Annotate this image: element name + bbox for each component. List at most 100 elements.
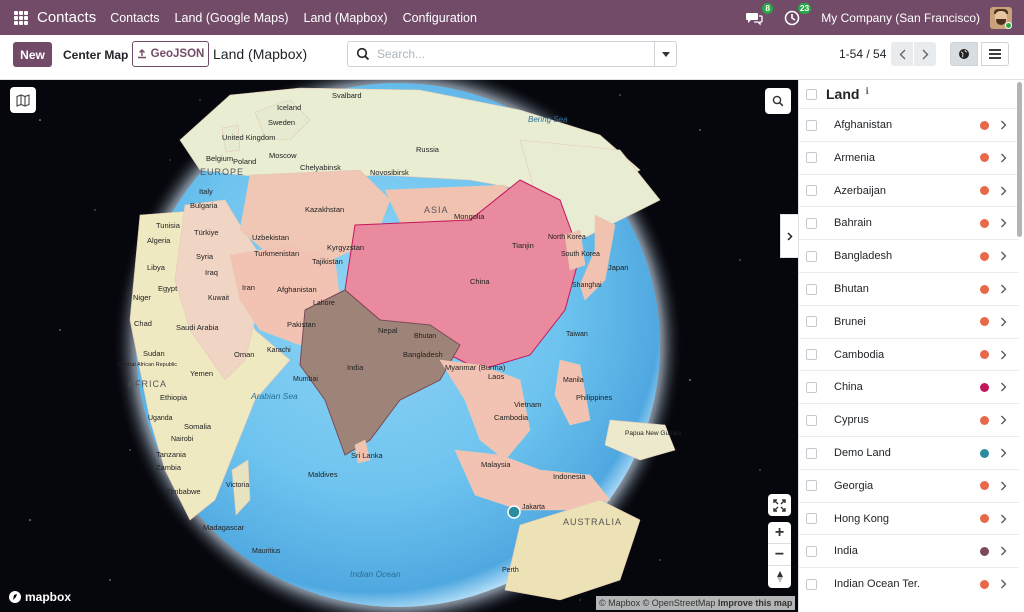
map-style-button[interactable] bbox=[10, 87, 36, 113]
chevron-right-icon[interactable] bbox=[1000, 284, 1007, 294]
map-canvas[interactable]: Svalbard Iceland Sweden Russia United Ki… bbox=[0, 80, 798, 612]
chevron-right-icon[interactable] bbox=[1000, 415, 1007, 425]
land-side-panel: Land ℹ Afghanistan Armenia Azerbaijan Bahra… bbox=[798, 80, 1024, 612]
search-input[interactable] bbox=[377, 43, 654, 65]
row-checkbox[interactable] bbox=[806, 349, 817, 361]
map-marker[interactable] bbox=[507, 505, 521, 519]
land-list-item[interactable]: Bhutan bbox=[799, 272, 1019, 305]
chevron-right-icon[interactable] bbox=[1000, 481, 1007, 491]
row-checkbox[interactable] bbox=[806, 217, 817, 229]
map-label: Turkmenistan bbox=[254, 249, 299, 258]
activities-count-badge: 23 bbox=[797, 2, 812, 14]
land-list-item[interactable]: Azerbaijan bbox=[799, 173, 1019, 207]
chevron-right-icon[interactable] bbox=[1000, 546, 1007, 556]
color-dot bbox=[980, 579, 989, 589]
land-name: Hong Kong bbox=[834, 512, 890, 525]
compass-button[interactable] bbox=[768, 566, 791, 588]
panel-collapse-toggle[interactable] bbox=[780, 214, 799, 258]
geojson-button[interactable]: GeoJSON bbox=[132, 41, 209, 67]
zoom-in-button[interactable]: + bbox=[768, 522, 791, 544]
land-list-item[interactable]: Armenia bbox=[799, 140, 1019, 174]
pager-previous-button[interactable] bbox=[891, 42, 913, 66]
map-label: Bangladesh bbox=[403, 350, 443, 359]
land-list-item[interactable]: Afghanistan bbox=[799, 108, 1019, 141]
land-list-item[interactable]: Bahrain bbox=[799, 206, 1019, 239]
user-avatar[interactable] bbox=[990, 6, 1012, 29]
row-checkbox[interactable] bbox=[806, 152, 817, 164]
chevron-right-icon[interactable] bbox=[1000, 218, 1007, 228]
mapbox-logo[interactable]: mapbox bbox=[8, 590, 71, 604]
menu-land-mapbox[interactable]: Land (Mapbox) bbox=[304, 11, 388, 25]
info-icon[interactable]: ℹ bbox=[865, 86, 868, 97]
row-checkbox[interactable] bbox=[806, 316, 817, 328]
row-checkbox[interactable] bbox=[806, 545, 817, 557]
search-options-toggle[interactable] bbox=[654, 42, 676, 66]
menu-contacts[interactable]: Contacts bbox=[110, 11, 159, 25]
chevron-right-icon[interactable] bbox=[1000, 317, 1007, 327]
land-name: Cyprus bbox=[834, 414, 869, 427]
messages-icon[interactable]: 8 bbox=[745, 2, 774, 27]
land-name: Georgia bbox=[834, 479, 874, 492]
map-label: Belgium bbox=[206, 154, 233, 163]
map-view-button[interactable] bbox=[950, 42, 978, 66]
activity-clock-icon[interactable]: 23 bbox=[783, 2, 812, 27]
map-label: Chelyabinsk bbox=[300, 163, 341, 172]
menu-land-google-maps[interactable]: Land (Google Maps) bbox=[175, 11, 289, 25]
pager-value[interactable]: 1-54 / 54 bbox=[839, 47, 886, 61]
land-list-item[interactable]: Demo Land bbox=[799, 436, 1019, 469]
chevron-right-icon[interactable] bbox=[1000, 251, 1007, 261]
apps-menu-icon[interactable] bbox=[14, 10, 28, 25]
map-label: Papua New Guinea bbox=[625, 430, 682, 437]
center-map-button[interactable]: Center Map bbox=[58, 42, 133, 67]
chevron-right-icon[interactable] bbox=[1000, 120, 1007, 130]
pager-next-button[interactable] bbox=[914, 42, 936, 66]
land-list-item[interactable]: Cyprus bbox=[799, 403, 1019, 436]
panel-title: Land bbox=[826, 86, 860, 102]
row-checkbox[interactable] bbox=[806, 185, 817, 197]
zoom-out-button[interactable]: − bbox=[768, 544, 791, 566]
select-all-checkbox[interactable] bbox=[806, 88, 817, 100]
attribution-osm-link[interactable]: © OpenStreetMap bbox=[643, 598, 716, 608]
land-list-item[interactable]: China bbox=[799, 370, 1019, 403]
chevron-right-icon[interactable] bbox=[1000, 514, 1007, 524]
chevron-right-icon[interactable] bbox=[1000, 186, 1007, 196]
land-list-item[interactable]: Bangladesh bbox=[799, 239, 1019, 272]
globe-map[interactable]: Svalbard Iceland Sweden Russia United Ki… bbox=[0, 80, 798, 612]
chevron-right-icon[interactable] bbox=[1000, 448, 1007, 458]
chevron-right-icon[interactable] bbox=[1000, 350, 1007, 360]
menu-configuration[interactable]: Configuration bbox=[403, 11, 477, 25]
map-search-button[interactable] bbox=[765, 88, 791, 114]
app-name[interactable]: Contacts bbox=[37, 9, 96, 26]
row-checkbox[interactable] bbox=[806, 513, 817, 525]
land-list-item[interactable]: Indian Ocean Ter. bbox=[799, 567, 1019, 600]
row-checkbox[interactable] bbox=[806, 381, 817, 393]
land-list-item[interactable]: Brunei bbox=[799, 304, 1019, 338]
chevron-right-icon[interactable] bbox=[1000, 579, 1007, 589]
chevron-right-icon[interactable] bbox=[1000, 382, 1007, 392]
company-switcher[interactable]: My Company (San Francisco) bbox=[821, 11, 980, 25]
land-list-item[interactable]: Hong Kong bbox=[799, 501, 1019, 535]
row-checkbox[interactable] bbox=[806, 414, 817, 426]
panel-scrollbar[interactable] bbox=[1017, 82, 1022, 237]
new-button[interactable]: New bbox=[13, 42, 52, 67]
row-checkbox[interactable] bbox=[806, 250, 817, 262]
land-list-item[interactable]: India bbox=[799, 534, 1019, 567]
improve-map-link[interactable]: Improve this map bbox=[718, 598, 793, 608]
map-label: Jakarta bbox=[522, 504, 545, 511]
row-checkbox[interactable] bbox=[806, 283, 817, 295]
map-label: Ethiopia bbox=[160, 393, 188, 402]
map-label: Libya bbox=[147, 263, 166, 272]
land-list-item[interactable]: Georgia bbox=[799, 468, 1019, 502]
land-name: Demo Land bbox=[834, 447, 891, 459]
row-checkbox[interactable] bbox=[806, 447, 817, 459]
row-checkbox[interactable] bbox=[806, 119, 817, 131]
row-checkbox[interactable] bbox=[806, 480, 817, 492]
land-list-item[interactable]: Cambodia bbox=[799, 337, 1019, 371]
list-icon bbox=[989, 49, 1001, 59]
list-view-button[interactable] bbox=[981, 42, 1009, 66]
chevron-right-icon[interactable] bbox=[1000, 153, 1007, 163]
attribution-mapbox-link[interactable]: © Mapbox bbox=[599, 598, 640, 608]
fullscreen-button[interactable] bbox=[768, 494, 791, 516]
row-checkbox[interactable] bbox=[806, 578, 817, 590]
map-label: Kuwait bbox=[208, 295, 229, 302]
